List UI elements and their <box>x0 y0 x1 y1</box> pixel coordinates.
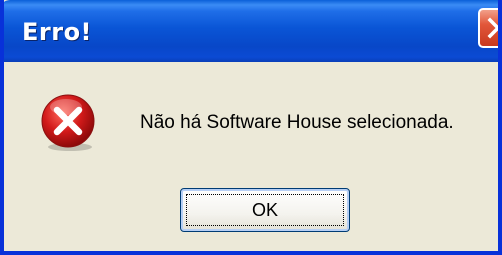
error-icon <box>41 94 95 151</box>
error-dialog: Erro! Não há Software House selecionada. <box>0 0 502 255</box>
error-message: Não há Software House selecionada. <box>140 112 454 133</box>
title-bar[interactable]: Erro! <box>4 0 498 62</box>
close-icon <box>487 17 498 39</box>
ok-button[interactable]: OK <box>180 188 350 232</box>
ok-button-label: OK <box>186 194 344 226</box>
close-button[interactable] <box>478 8 498 48</box>
window-title: Erro! <box>22 18 92 46</box>
dialog-content: Não há Software House selecionada. OK <box>4 62 498 251</box>
